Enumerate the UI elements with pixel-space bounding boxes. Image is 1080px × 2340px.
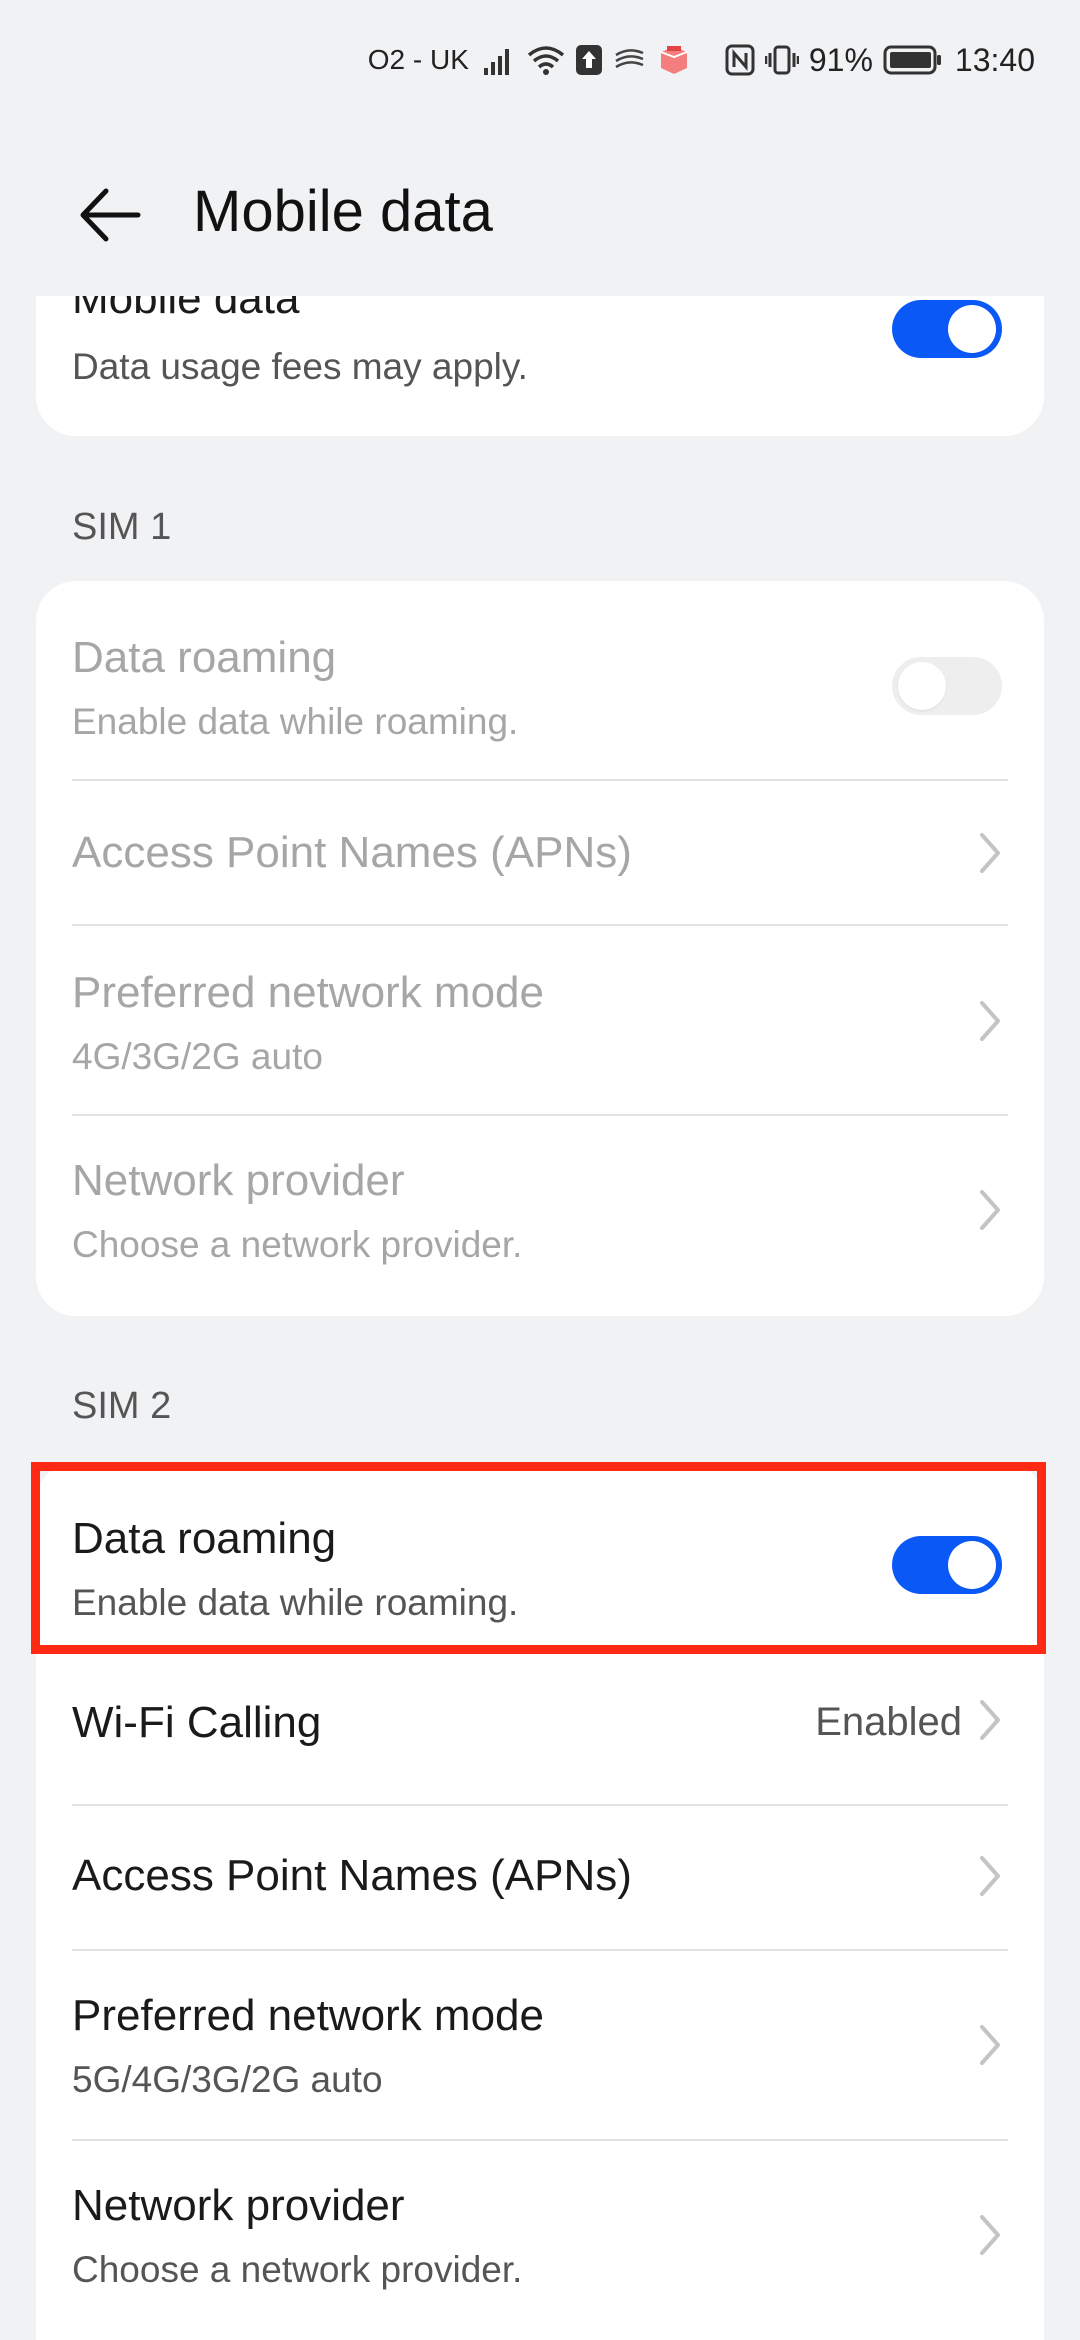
toggle-knob bbox=[898, 662, 946, 710]
app-notification-icon bbox=[657, 44, 691, 76]
arrow-left-icon bbox=[80, 188, 141, 242]
sim1-apn-row[interactable]: Access Point Names (APNs) bbox=[36, 781, 1044, 926]
chevron-right-icon bbox=[976, 1854, 1004, 1898]
sim2-wifi-calling-value: Enabled bbox=[815, 1700, 962, 1744]
sim2-wifi-calling-title: Wi-Fi Calling bbox=[72, 1698, 322, 1747]
sim1-network-mode-row[interactable]: Preferred network mode 4G/3G/2G auto bbox=[36, 926, 1044, 1116]
sim2-apn-title: Access Point Names (APNs) bbox=[72, 1851, 632, 1900]
sim2-data-roaming-row[interactable]: Data roaming Enable data while roaming. bbox=[36, 1462, 1044, 1654]
clock: 13:40 bbox=[954, 41, 1035, 78]
mobile-data-toggle[interactable] bbox=[892, 300, 1002, 358]
sim2-wifi-calling-row[interactable]: Wi-Fi Calling Enabled bbox=[36, 1654, 1044, 1806]
status-bar: O2 - UK 91% 13:40 bbox=[0, 0, 1080, 120]
chevron-right-icon bbox=[976, 999, 1004, 1043]
sim2-network-provider-subtitle: Choose a network provider. bbox=[72, 2249, 523, 2290]
sim2-data-roaming-title: Data roaming bbox=[72, 1514, 337, 1563]
mobile-data-subtitle: Data usage fees may apply. bbox=[72, 346, 528, 387]
mobile-data-card: Mobile data Data usage fees may apply. bbox=[36, 296, 1044, 436]
sim2-network-mode-title: Preferred network mode bbox=[72, 1991, 544, 2040]
sim1-network-provider-subtitle: Choose a network provider. bbox=[72, 1224, 523, 1265]
page-title: Mobile data bbox=[193, 179, 493, 244]
upload-icon bbox=[575, 44, 603, 76]
sim1-network-provider-title: Network provider bbox=[72, 1156, 405, 1205]
sim2-data-roaming-toggle[interactable] bbox=[892, 1536, 1002, 1594]
sim2-network-provider-title: Network provider bbox=[72, 2181, 405, 2230]
sim1-network-mode-subtitle: 4G/3G/2G auto bbox=[72, 1036, 323, 1077]
sim2-network-provider-row[interactable]: Network provider Choose a network provid… bbox=[36, 2141, 1044, 2340]
screen: O2 - UK 91% 13:40 Mobile data Mobile dat… bbox=[0, 0, 1080, 2340]
battery-percent: 91% bbox=[808, 41, 873, 78]
swiftkey-icon bbox=[613, 45, 647, 75]
battery-icon bbox=[883, 44, 943, 76]
sim1-data-roaming-row[interactable]: Data roaming Enable data while roaming. bbox=[36, 581, 1044, 781]
toggle-knob bbox=[948, 1541, 996, 1589]
sim2-card: Data roaming Enable data while roaming. … bbox=[36, 1462, 1044, 2340]
sim2-apn-row[interactable]: Access Point Names (APNs) bbox=[36, 1806, 1044, 1951]
carrier-label: O2 - UK bbox=[367, 44, 469, 75]
chevron-right-icon bbox=[976, 1188, 1004, 1232]
sim1-data-roaming-title: Data roaming bbox=[72, 633, 337, 682]
signal-icon bbox=[483, 44, 517, 76]
toggle-knob bbox=[948, 305, 996, 353]
sim1-data-roaming-subtitle: Enable data while roaming. bbox=[72, 701, 519, 742]
back-button[interactable] bbox=[70, 180, 150, 250]
chevron-right-icon bbox=[976, 831, 1004, 875]
chevron-right-icon bbox=[976, 2023, 1004, 2067]
sim1-apn-title: Access Point Names (APNs) bbox=[72, 828, 632, 877]
sim1-section-label: SIM 1 bbox=[72, 506, 172, 548]
mobile-data-title: Mobile data bbox=[72, 296, 300, 323]
nfc-icon bbox=[725, 44, 755, 76]
chevron-right-icon bbox=[976, 1698, 1004, 1742]
sim2-data-roaming-subtitle: Enable data while roaming. bbox=[72, 1582, 519, 1623]
sim2-network-mode-row[interactable]: Preferred network mode 5G/4G/3G/2G auto bbox=[36, 1951, 1044, 2141]
sim2-section-label: SIM 2 bbox=[72, 1385, 172, 1427]
sim1-network-mode-title: Preferred network mode bbox=[72, 968, 544, 1017]
sim1-network-provider-row[interactable]: Network provider Choose a network provid… bbox=[36, 1116, 1044, 1316]
app-header: Mobile data bbox=[0, 150, 1080, 280]
sim1-card: Data roaming Enable data while roaming. … bbox=[36, 581, 1044, 1316]
chevron-right-icon bbox=[976, 2213, 1004, 2257]
sim2-network-mode-subtitle: 5G/4G/3G/2G auto bbox=[72, 2059, 383, 2100]
vibrate-icon bbox=[764, 44, 799, 76]
sim1-data-roaming-toggle[interactable] bbox=[892, 657, 1002, 715]
wifi-icon bbox=[527, 44, 565, 76]
